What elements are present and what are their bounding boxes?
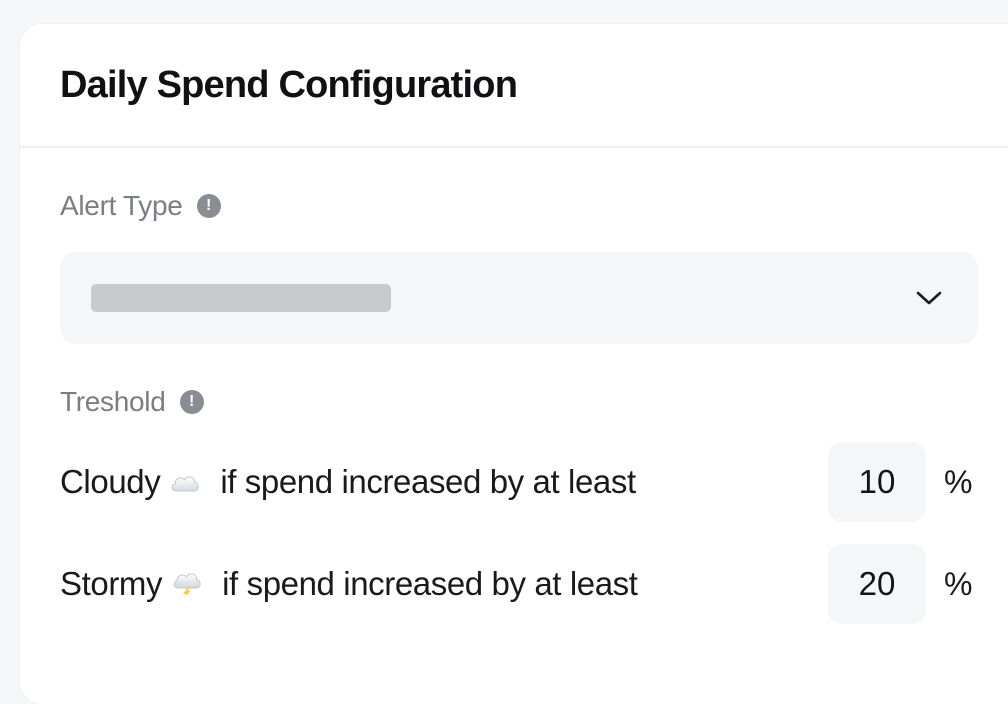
chevron-down-icon[interactable] — [914, 288, 944, 308]
threshold-label-text: Treshold — [60, 386, 166, 417]
rule-condition-text: if spend increased by at least — [222, 565, 638, 602]
alert-type-label: Alert Type ! — [60, 190, 221, 222]
rule-condition-text: if spend increased by at least — [220, 463, 636, 500]
info-icon[interactable]: ! — [179, 390, 204, 414]
info-icon[interactable]: ! — [196, 194, 221, 218]
threshold-label: Treshold ! — [60, 386, 204, 418]
alert-type-label-text: Alert Type — [60, 190, 183, 221]
percent-sign: % — [944, 463, 973, 500]
threshold-rule-stormy: Stormy if spend increased by at least % — [60, 544, 984, 624]
rule-level-label: Stormy — [60, 565, 163, 602]
storm-cloud-icon — [170, 570, 204, 598]
rule-level-label: Cloudy — [60, 463, 161, 500]
card-title: Daily Spend Configuration — [60, 63, 518, 106]
cloudy-percent-input[interactable] — [828, 442, 926, 522]
percent-sign: % — [944, 565, 973, 602]
stormy-percent-input[interactable] — [828, 544, 926, 624]
alert-type-select[interactable] — [60, 252, 978, 344]
threshold-rule-cloudy: Cloudy if spend increased by at least % — [60, 442, 984, 522]
select-value-placeholder — [91, 284, 391, 312]
daily-spend-config-card: Daily Spend Configuration Alert Type ! T… — [20, 24, 1008, 704]
card-header: Daily Spend Configuration — [20, 24, 1008, 148]
cloud-icon — [168, 468, 202, 496]
